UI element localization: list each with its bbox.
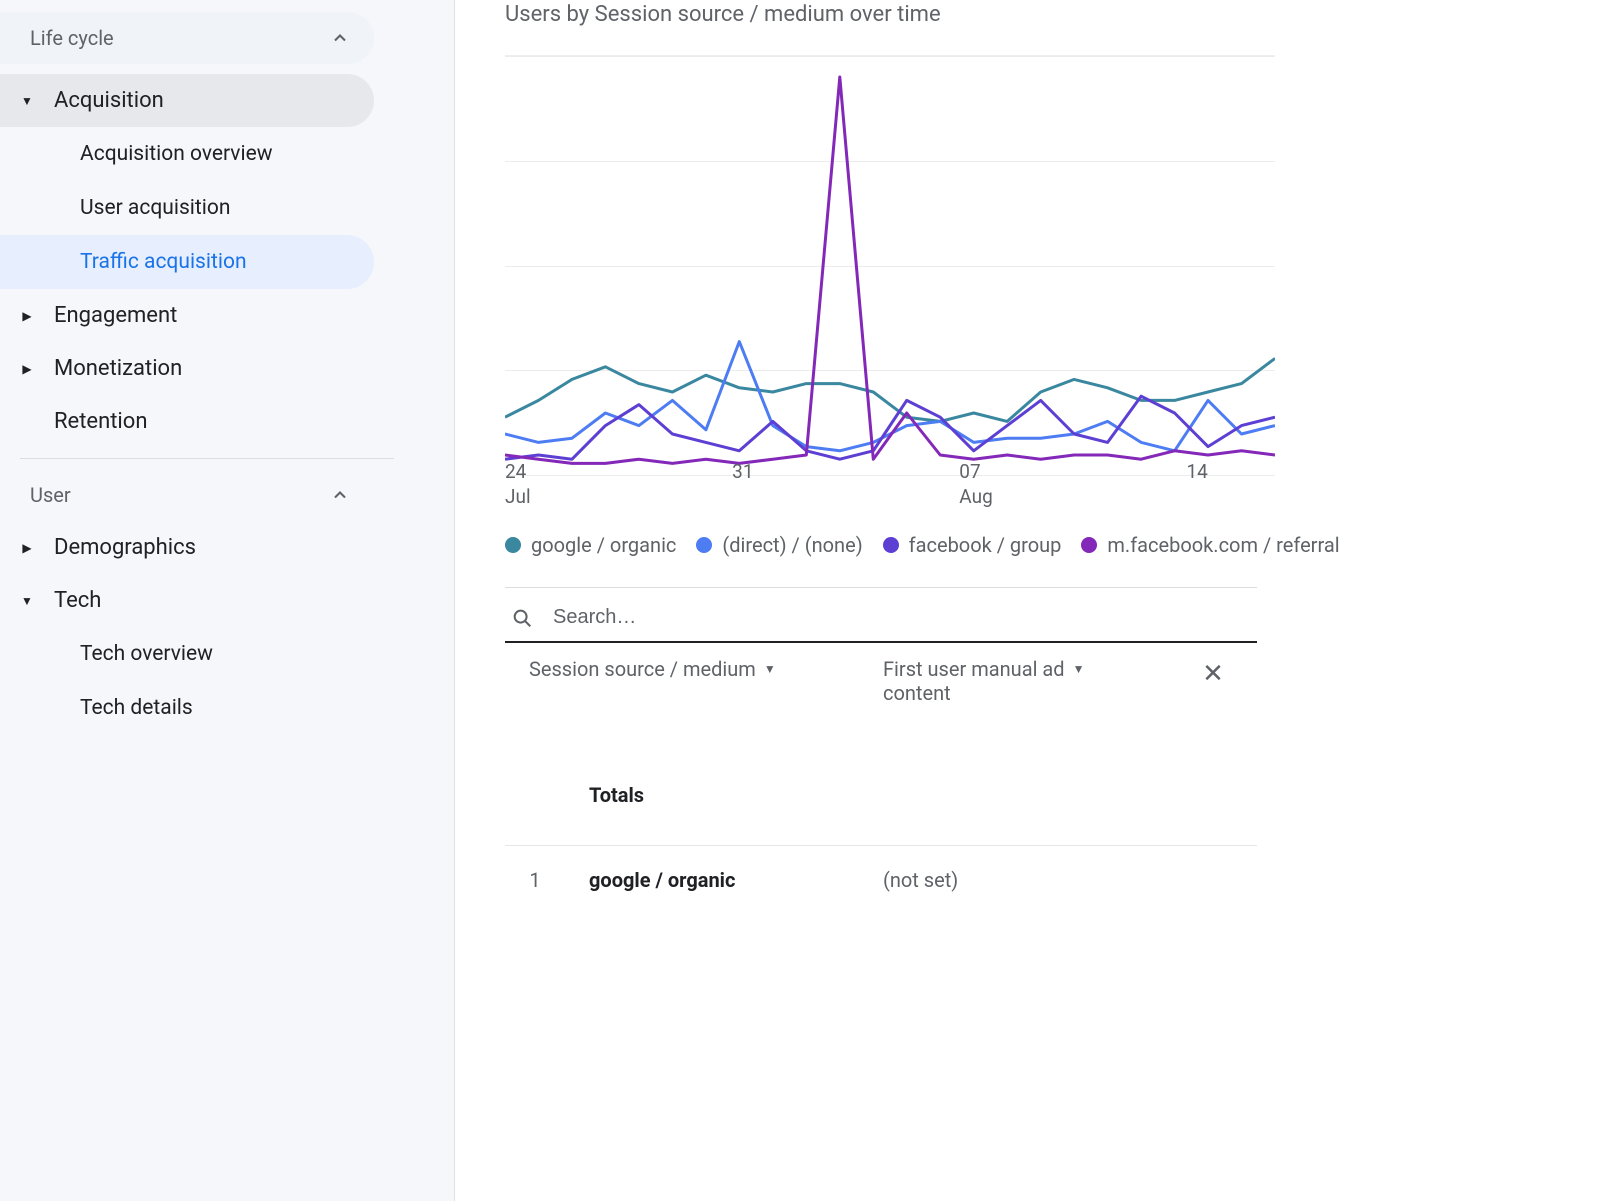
chart-series-line	[505, 358, 1275, 421]
row-cell-secondary: (not set)	[883, 868, 1183, 892]
caret-right-icon: ▶	[20, 362, 34, 376]
caret-right-icon: ▶	[20, 309, 34, 323]
nav-item-tech-details[interactable]: Tech details	[0, 681, 374, 735]
chart-container: 24 Jul 31 07 Aug 14	[505, 55, 1275, 495]
nav-section-user[interactable]: User	[0, 469, 374, 521]
chevron-up-icon	[330, 485, 350, 505]
legend-label: m.facebook.com / referral	[1107, 533, 1339, 557]
nav-group-acquisition[interactable]: ▼ Acquisition	[0, 74, 374, 127]
close-icon[interactable]: ✕	[1202, 659, 1224, 705]
nav-group-label: Demographics	[54, 535, 196, 560]
header-label: Session source / medium	[529, 657, 756, 681]
chart-svg	[505, 56, 1275, 476]
search-icon	[511, 607, 533, 629]
chevron-up-icon	[330, 28, 350, 48]
legend-label: google / organic	[531, 533, 676, 557]
nav-section-label: Life cycle	[30, 26, 114, 50]
table-area: Session source / medium ▼ First user man…	[505, 587, 1257, 914]
legend-label: (direct) / (none)	[722, 533, 862, 557]
legend-label: facebook / group	[909, 533, 1062, 557]
x-tick-label: 14	[1186, 460, 1207, 485]
header-label: First user manual ad	[883, 657, 1065, 681]
caret-down-icon: ▼	[764, 662, 776, 676]
nav-group-demographics[interactable]: ▶ Demographics	[0, 521, 374, 574]
x-tick-label: 31	[732, 460, 753, 485]
nav-group-label: Tech	[54, 588, 101, 613]
x-tick-label: 07 Aug	[959, 460, 992, 509]
nav-group-tech[interactable]: ▼ Tech	[0, 574, 374, 627]
table-totals-row: Totals	[505, 761, 1257, 845]
header-label-line2: content	[883, 681, 951, 705]
chart-x-labels: 24 Jul 31 07 Aug 14	[505, 460, 1275, 505]
table-row[interactable]: 1 google / organic (not set)	[505, 845, 1257, 914]
legend-dot-icon	[505, 537, 521, 553]
nav-item-traffic-acquisition[interactable]: Traffic acquisition	[0, 235, 374, 289]
chart-title: Users by Session source / medium over ti…	[505, 2, 1600, 27]
nav-section-life-cycle[interactable]: Life cycle	[0, 12, 374, 64]
column-header-secondary[interactable]: First user manual ad ▼ content	[883, 657, 1183, 705]
legend-item[interactable]: (direct) / (none)	[696, 533, 862, 557]
legend-dot-icon	[696, 537, 712, 553]
search-row	[505, 588, 1257, 643]
nav-item-user-acquisition[interactable]: User acquisition	[0, 181, 374, 235]
row-cell-primary: google / organic	[565, 868, 883, 892]
nav-divider	[20, 458, 394, 459]
legend-dot-icon	[883, 537, 899, 553]
legend-dot-icon	[1081, 537, 1097, 553]
legend-item[interactable]: m.facebook.com / referral	[1081, 533, 1339, 557]
chart-legend: google / organic (direct) / (none) faceb…	[505, 533, 1600, 557]
column-header-primary[interactable]: Session source / medium ▼	[505, 657, 883, 705]
search-input[interactable]	[553, 606, 1247, 629]
caret-down-icon: ▼	[20, 594, 34, 608]
nav-group-label: Acquisition	[54, 88, 164, 113]
row-index: 1	[505, 868, 565, 892]
sidebar: Life cycle ▼ Acquisition Acquisition ove…	[0, 0, 455, 1201]
nav-group-label: Engagement	[54, 303, 177, 328]
main-content: Users by Session source / medium over ti…	[455, 0, 1600, 1201]
nav-item-tech-overview[interactable]: Tech overview	[0, 627, 374, 681]
table-header-row: Session source / medium ▼ First user man…	[505, 643, 1257, 761]
caret-down-icon: ▼	[1073, 662, 1085, 676]
nav-group-retention[interactable]: ▶ Retention	[0, 395, 374, 448]
caret-right-icon: ▶	[20, 541, 34, 555]
nav-item-acquisition-overview[interactable]: Acquisition overview	[0, 127, 374, 181]
nav-group-label: Monetization	[54, 356, 182, 381]
nav-group-monetization[interactable]: ▶ Monetization	[0, 342, 374, 395]
close-cell: ✕	[1183, 657, 1243, 705]
totals-label: Totals	[565, 783, 883, 807]
nav-section-label: User	[30, 483, 71, 507]
caret-down-icon: ▼	[20, 94, 34, 108]
legend-item[interactable]: google / organic	[505, 533, 676, 557]
nav-group-label: Retention	[54, 409, 147, 434]
nav-group-engagement[interactable]: ▶ Engagement	[0, 289, 374, 342]
x-tick-label: 24 Jul	[505, 460, 531, 509]
legend-item[interactable]: facebook / group	[883, 533, 1062, 557]
